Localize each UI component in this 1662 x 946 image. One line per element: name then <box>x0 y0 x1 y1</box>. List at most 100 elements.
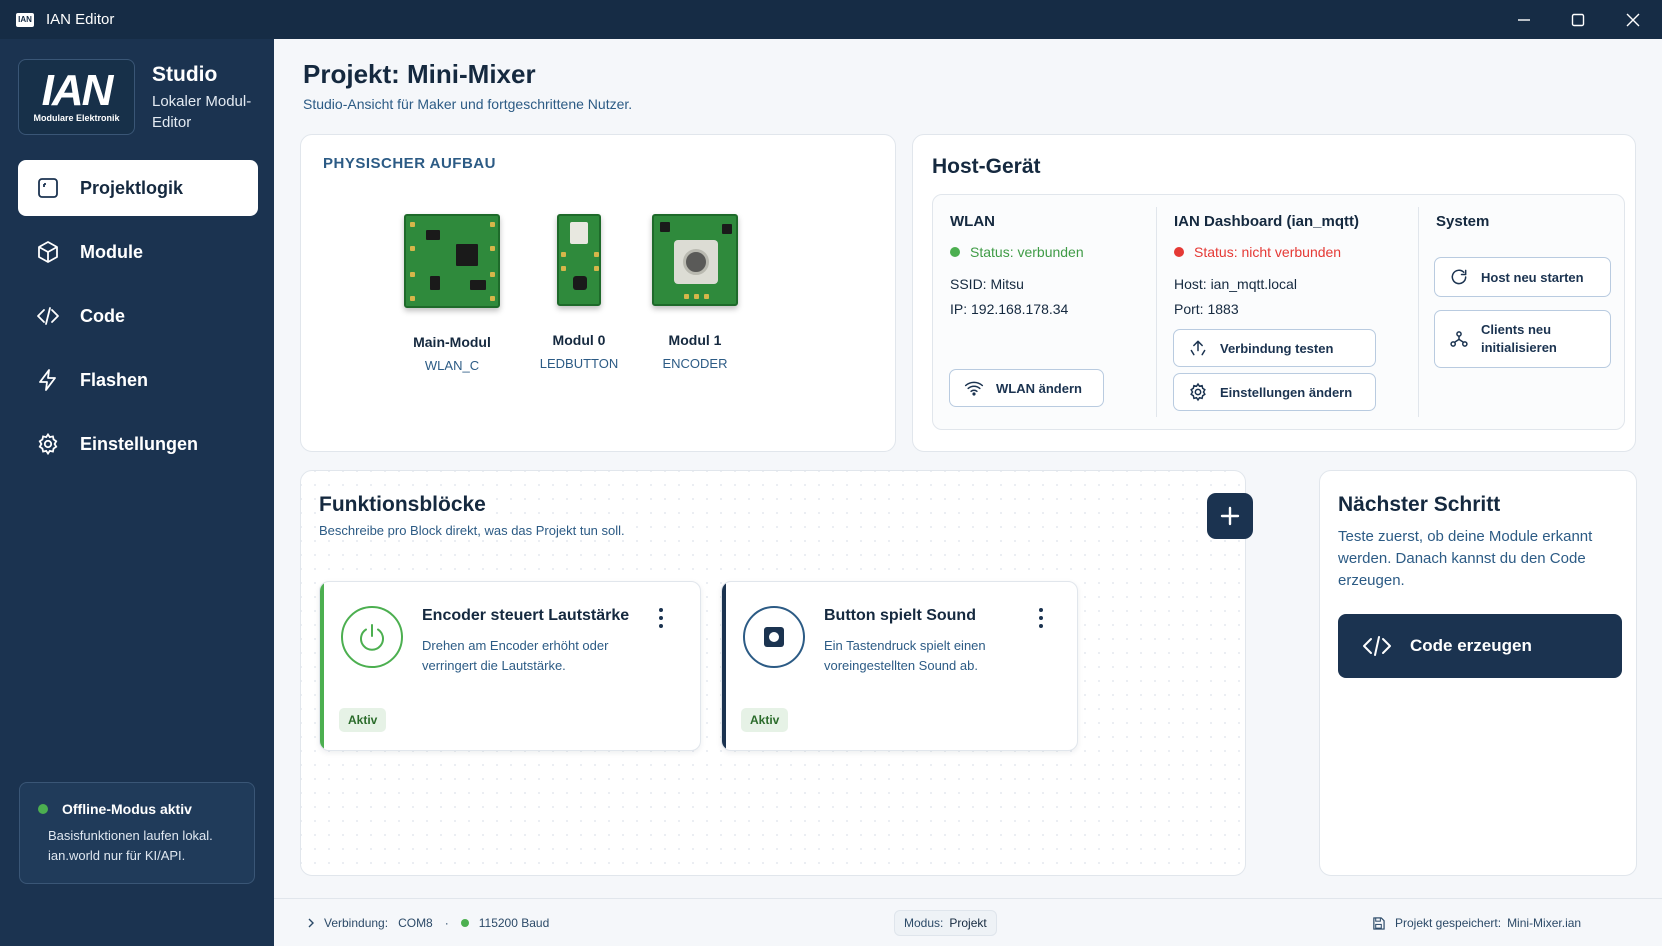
add-block-button[interactable] <box>1207 493 1253 539</box>
maximize-icon <box>1571 13 1585 26</box>
status-dot <box>1174 247 1184 257</box>
system-column: System Host neu starten Clients neu init… <box>1419 195 1625 431</box>
offline-text-line2: ian.world nur für KI/API. <box>48 848 186 863</box>
chevron-right-icon <box>308 918 314 928</box>
sidebar-item-label: Code <box>80 305 125 326</box>
sidebar-item-label: Einstellungen <box>80 433 199 454</box>
window-title: IAN Editor <box>46 11 115 28</box>
module-name: Modul 0 <box>552 332 606 348</box>
button-label: Host neu starten <box>1481 269 1584 285</box>
connection-label: Verbindung: <box>324 916 389 930</box>
wlan-heading: WLAN <box>950 213 995 230</box>
generate-code-button[interactable]: Code erzeugen <box>1338 614 1622 678</box>
sidebar-item-label: Module <box>80 241 143 262</box>
code-icon <box>1363 636 1391 656</box>
button-icon <box>743 606 805 668</box>
wlan-ip: IP: 192.168.178.34 <box>950 301 1069 317</box>
function-block-encoder[interactable]: Encoder steuert Lautstärke Drehen am Enc… <box>319 581 701 751</box>
brand-title: Studio <box>152 63 218 86</box>
sidebar-item-label: Projektlogik <box>80 177 184 198</box>
module-type: ENCODER <box>662 356 728 371</box>
test-connection-button[interactable]: Verbindung testen <box>1173 329 1376 367</box>
button-label-line2: initialisieren <box>1481 340 1557 355</box>
refresh-icon <box>1451 269 1467 285</box>
network-icon <box>1450 331 1468 347</box>
module-type: LEDBUTTON <box>539 356 619 371</box>
sidebar-item-einstellungen[interactable]: Einstellungen <box>18 416 258 472</box>
host-device-card: Host-Gerät WLAN Status: verbunden SSID: … <box>912 134 1636 452</box>
change-settings-button[interactable]: Einstellungen ändern <box>1173 373 1376 411</box>
module-0[interactable]: Modul 0 LEDBUTTON <box>539 214 619 371</box>
dashboard-column: IAN Dashboard (ian_mqtt) Status: nicht v… <box>1157 195 1418 431</box>
project-logic-icon <box>38 178 58 198</box>
module-type: WLAN_C <box>424 358 480 373</box>
status-badge: Aktiv <box>741 708 789 732</box>
dashboard-status-text: Status: nicht verbunden <box>1194 244 1342 260</box>
title-bar: IAN IAN Editor <box>0 0 1662 39</box>
logo-text: IAN <box>41 66 114 115</box>
minimize-button[interactable] <box>1497 0 1551 39</box>
connection-status[interactable]: Verbindung: COM8 · 115200 Baud <box>306 899 549 946</box>
module-1[interactable]: Modul 1 ENCODER <box>647 214 743 371</box>
wifi-icon <box>964 381 984 396</box>
status-dot <box>950 247 960 257</box>
restart-host-button[interactable]: Host neu starten <box>1434 257 1611 297</box>
close-icon <box>1626 13 1640 26</box>
page-subtitle: Studio-Ansicht für Maker und fortgeschri… <box>303 96 633 112</box>
minimize-icon <box>1518 18 1530 21</box>
block-title: Button spielt Sound <box>824 607 976 624</box>
upload-icon <box>1190 340 1206 356</box>
module-main[interactable]: Main-Modul WLAN_C <box>401 214 503 373</box>
block-title: Encoder steuert Lautstärke <box>422 607 630 624</box>
section-label: PHYSISCHER AUFBAU <box>323 155 496 172</box>
sidebar-item-label: Flashen <box>80 369 149 390</box>
plus-icon <box>1220 506 1240 526</box>
function-block-button[interactable]: Button spielt Sound Ein Tastendruck spie… <box>721 581 1078 751</box>
functions-title: Funktionsblöcke <box>319 493 492 517</box>
encoder-board-image <box>652 214 738 306</box>
module-name: Main-Modul <box>413 334 491 350</box>
more-options-icon[interactable] <box>1034 606 1048 630</box>
main-content: Projekt: Mini-Mixer Studio-Ansicht für M… <box>274 39 1662 946</box>
module-name: Modul 1 <box>668 332 722 348</box>
separator: · <box>444 916 449 930</box>
save-label: Projekt gespeichert: <box>1395 916 1502 930</box>
button-label: Einstellungen ändern <box>1220 384 1353 400</box>
more-options-icon[interactable] <box>654 606 668 630</box>
save-filename: Mini-Mixer.ian <box>1507 916 1582 930</box>
change-wlan-button[interactable]: WLAN ändern <box>949 369 1104 407</box>
brand: Studio Lokaler Modul-Editor <box>152 63 262 133</box>
sidebar-item-flashen[interactable]: Flashen <box>18 352 258 408</box>
host-panel: WLAN Status: verbunden SSID: Mitsu IP: 1… <box>932 194 1625 430</box>
button-label: Code erzeugen <box>1410 636 1532 655</box>
system-heading: System <box>1436 213 1490 230</box>
wlan-column: WLAN Status: verbunden SSID: Mitsu IP: 1… <box>933 195 1155 431</box>
block-description: Drehen am Encoder erhöht oder verringert… <box>422 638 609 673</box>
page-title: Projekt: Mini-Mixer <box>303 59 536 89</box>
save-icon <box>1373 916 1385 930</box>
sidebar-item-projektlogik[interactable]: Projektlogik <box>18 160 258 216</box>
reinit-clients-button[interactable]: Clients neu initialisieren <box>1434 310 1611 368</box>
functions-subtitle: Beschreibe pro Block direkt, was das Pro… <box>319 523 631 538</box>
maximize-button[interactable] <box>1551 0 1605 39</box>
status-dot <box>460 919 469 927</box>
next-step-title: Nächster Schritt <box>1338 493 1501 516</box>
dashboard-port: Port: 1883 <box>1174 301 1239 317</box>
code-icon <box>37 307 59 325</box>
dashboard-status: Status: nicht verbunden <box>1174 244 1341 260</box>
sidebar-item-module[interactable]: Module <box>18 224 258 280</box>
offline-text-line1: Basisfunktionen laufen lokal. <box>48 828 213 843</box>
cube-icon <box>38 241 58 263</box>
button-label: WLAN ändern <box>996 380 1082 396</box>
physical-setup-card: PHYSISCHER AUFBAU Main-Modul WLAN_C Modu… <box>300 134 896 452</box>
block-accent <box>722 582 726 750</box>
next-step-card: Nächster Schritt Teste zuerst, ob deine … <box>1319 470 1637 876</box>
sidebar-item-code[interactable]: Code <box>18 288 258 344</box>
close-button[interactable] <box>1606 0 1660 39</box>
gear-icon <box>38 432 58 456</box>
mode-indicator[interactable]: Modus: Projekt <box>894 910 997 936</box>
function-blocks-card: Funktionsblöcke Beschreibe pro Block dir… <box>300 470 1253 876</box>
logo-subtext: Modulare Elektronik <box>33 113 120 123</box>
ledbutton-board-image <box>557 214 601 306</box>
power-knob-icon <box>341 606 403 668</box>
